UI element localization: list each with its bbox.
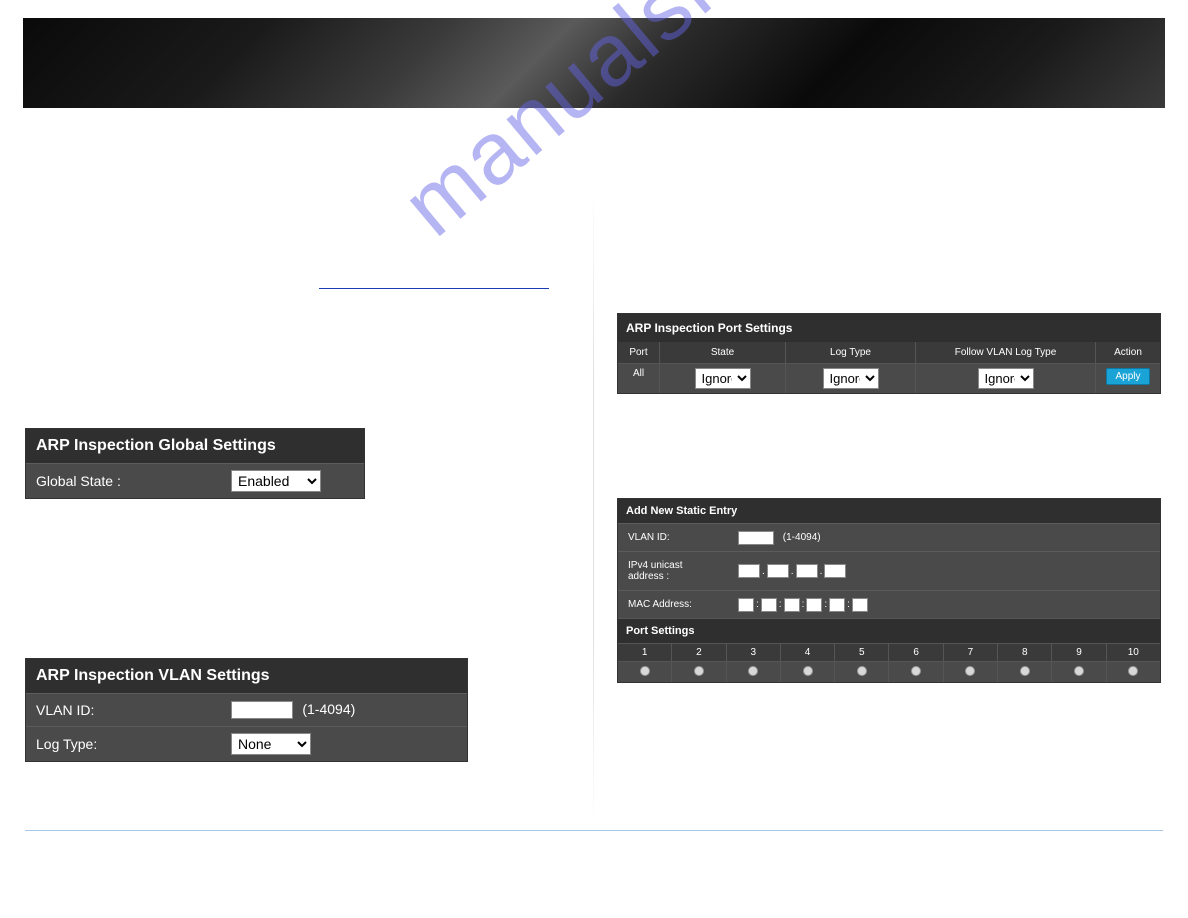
port-num: 10 bbox=[1107, 644, 1160, 661]
port-settings-title: Port Settings bbox=[618, 618, 1160, 643]
vlan-id-label: VLAN ID: bbox=[26, 694, 221, 726]
port-table-row: All Ignore Ignore Ignore Apply bbox=[618, 363, 1160, 393]
port-radio-9[interactable] bbox=[1074, 666, 1084, 676]
port-num: 2 bbox=[672, 644, 726, 661]
log-type-select[interactable]: None bbox=[231, 733, 311, 755]
port-num: 7 bbox=[944, 644, 998, 661]
ipv4-octet-2[interactable] bbox=[767, 564, 789, 578]
follow-select[interactable]: Ignore bbox=[978, 368, 1034, 389]
log-type-header: Log Type bbox=[786, 342, 916, 363]
ipv4-octet-4[interactable] bbox=[824, 564, 846, 578]
mac-byte-3[interactable] bbox=[784, 598, 800, 612]
mac-byte-2[interactable] bbox=[761, 598, 777, 612]
panel-title: ARP Inspection VLAN Settings bbox=[26, 659, 467, 693]
underline-link[interactable] bbox=[319, 273, 549, 289]
port-radio-5[interactable] bbox=[857, 666, 867, 676]
top-banner bbox=[23, 18, 1165, 108]
port-num: 6 bbox=[889, 644, 943, 661]
apply-button[interactable]: Apply bbox=[1106, 368, 1149, 385]
panel-title: ARP Inspection Global Settings bbox=[26, 429, 364, 463]
follow-header: Follow VLAN Log Type bbox=[916, 342, 1096, 363]
port-radio-7[interactable] bbox=[965, 666, 975, 676]
port-table-header: Port State Log Type Follow VLAN Log Type… bbox=[618, 342, 1160, 363]
panel-title: Add New Static Entry bbox=[618, 499, 1160, 523]
vlan-id-input[interactable] bbox=[231, 701, 293, 719]
state-header: State bbox=[660, 342, 786, 363]
ipv4-octet-3[interactable] bbox=[796, 564, 818, 578]
port-radio-1[interactable] bbox=[640, 666, 650, 676]
static-vlan-range: (1-4094) bbox=[783, 532, 821, 543]
port-radio-10[interactable] bbox=[1128, 666, 1138, 676]
action-header: Action bbox=[1096, 342, 1160, 363]
port-radio-8[interactable] bbox=[1020, 666, 1030, 676]
port-num: 9 bbox=[1052, 644, 1106, 661]
global-state-label: Global State : bbox=[26, 465, 221, 497]
ipv4-octet-1[interactable] bbox=[738, 564, 760, 578]
mac-label: MAC Address: bbox=[618, 591, 728, 618]
ipv4-label: IPv4 unicast address : bbox=[618, 552, 728, 590]
port-num: 3 bbox=[727, 644, 781, 661]
port-header: Port bbox=[618, 342, 660, 363]
column-divider bbox=[593, 188, 594, 828]
port-radio-3[interactable] bbox=[748, 666, 758, 676]
port-num: 4 bbox=[781, 644, 835, 661]
port-radio-row bbox=[618, 661, 1160, 682]
log-type-label: Log Type: bbox=[26, 728, 221, 760]
add-static-entry-panel: Add New Static Entry VLAN ID: (1-4094) I… bbox=[617, 498, 1161, 683]
content-area: manualshive.com ARP Inspection Global Se… bbox=[23, 108, 1165, 868]
arp-port-settings-panel: ARP Inspection Port Settings Port State … bbox=[617, 313, 1161, 394]
vlan-id-range: (1-4094) bbox=[302, 701, 355, 717]
log-type-select[interactable]: Ignore bbox=[823, 368, 879, 389]
bottom-divider bbox=[25, 830, 1163, 831]
mac-byte-4[interactable] bbox=[806, 598, 822, 612]
port-num: 8 bbox=[998, 644, 1052, 661]
port-cell: All bbox=[618, 364, 660, 393]
state-select[interactable]: Ignore bbox=[695, 368, 751, 389]
arp-global-settings-panel: ARP Inspection Global Settings Global St… bbox=[25, 428, 365, 499]
port-num: 5 bbox=[835, 644, 889, 661]
mac-byte-6[interactable] bbox=[852, 598, 868, 612]
global-state-select[interactable]: Enabled bbox=[231, 470, 321, 492]
mac-byte-5[interactable] bbox=[829, 598, 845, 612]
port-number-row: 1 2 3 4 5 6 7 8 9 10 bbox=[618, 643, 1160, 661]
static-vlan-input[interactable] bbox=[738, 531, 774, 545]
arp-vlan-settings-panel: ARP Inspection VLAN Settings VLAN ID: (1… bbox=[25, 658, 468, 762]
port-radio-6[interactable] bbox=[911, 666, 921, 676]
port-num: 1 bbox=[618, 644, 672, 661]
mac-byte-1[interactable] bbox=[738, 598, 754, 612]
port-radio-2[interactable] bbox=[694, 666, 704, 676]
static-vlan-label: VLAN ID: bbox=[618, 524, 728, 551]
panel-title: ARP Inspection Port Settings bbox=[618, 314, 1160, 342]
port-radio-4[interactable] bbox=[803, 666, 813, 676]
